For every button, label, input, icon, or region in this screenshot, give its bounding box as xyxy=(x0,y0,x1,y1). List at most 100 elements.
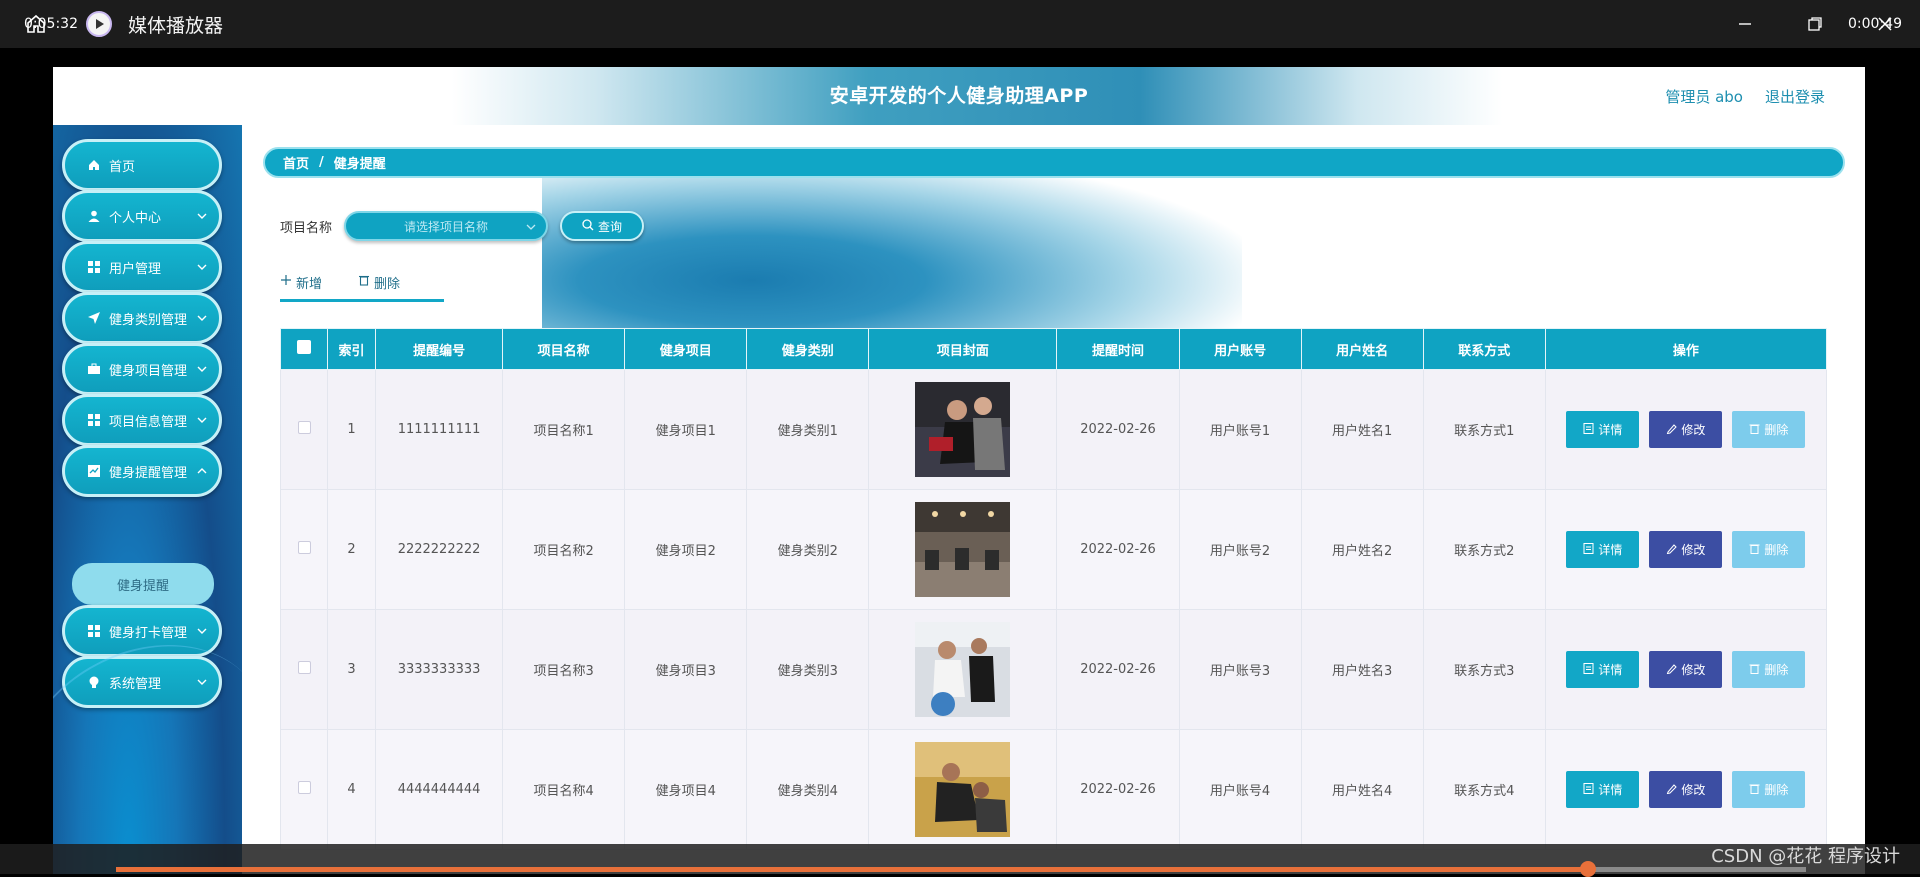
cell-time: 2022-02-26 xyxy=(1056,369,1180,490)
sidebar-item-label: 项目信息管理 xyxy=(109,414,188,430)
detail-label: 详情 xyxy=(1598,543,1623,557)
sidebar-item-home[interactable]: 首页 xyxy=(62,139,222,191)
cell-category: 健身类别1 xyxy=(746,369,870,490)
delete-button[interactable]: 删除 xyxy=(1732,531,1806,568)
document-icon xyxy=(87,464,101,478)
column-header: 提醒时间 xyxy=(1056,328,1180,370)
cell-code: 3333333333 xyxy=(375,609,504,730)
cell-user-name: 用户姓名3 xyxy=(1300,609,1424,730)
sidebar: 首页 个人中心 用户管理 健身类别管理 健身项目管理 项目信息管理 健身提醒管理… xyxy=(53,125,242,874)
column-header: 项目封面 xyxy=(868,328,1058,370)
detail-button[interactable]: 详情 xyxy=(1566,531,1640,568)
plus-icon xyxy=(280,274,292,290)
edit-button[interactable]: 修改 xyxy=(1649,771,1723,808)
cell-code: 4444444444 xyxy=(375,729,504,850)
row-checkbox[interactable] xyxy=(279,729,329,850)
row-checkbox[interactable] xyxy=(279,489,329,610)
sidebar-item-personal-center[interactable]: 个人中心 xyxy=(62,190,222,242)
cell-index: 3 xyxy=(327,609,377,730)
breadcrumb-current: 健身提醒 xyxy=(333,157,386,172)
edit-button[interactable]: 修改 xyxy=(1649,531,1723,568)
row-checkbox[interactable] xyxy=(279,609,329,730)
delete-button[interactable]: 删除 xyxy=(1732,771,1806,808)
sidebar-item-checkin-management[interactable]: 健身打卡管理 xyxy=(62,605,222,657)
select-placeholder: 请选择项目名称 xyxy=(404,219,489,234)
sidebar-item-reminder-management[interactable]: 健身提醒管理 xyxy=(62,445,222,497)
chevron-down-icon xyxy=(197,363,207,378)
sidebar-item-project-management[interactable]: 健身项目管理 xyxy=(62,343,222,395)
add-button-label: 新增 xyxy=(296,276,323,292)
cell-contact: 联系方式4 xyxy=(1422,729,1546,850)
elapsed-time: 0:05:32 xyxy=(24,16,78,32)
breadcrumb-separator: / xyxy=(319,155,324,170)
column-header: 健身类别 xyxy=(746,328,870,370)
sidebar-item-category-management[interactable]: 健身类别管理 xyxy=(62,292,222,344)
sidebar-item-user-management[interactable]: 用户管理 xyxy=(62,241,222,293)
chevron-down-icon xyxy=(197,312,207,327)
seek-bar-progress xyxy=(116,867,1588,872)
column-header: 项目名称 xyxy=(502,328,626,370)
minimize-icon[interactable] xyxy=(1710,0,1780,48)
delete-label: 删除 xyxy=(1764,423,1789,437)
grid-icon xyxy=(87,260,101,274)
restore-icon[interactable] xyxy=(1780,0,1850,48)
chevron-down-icon xyxy=(197,625,207,640)
project-name-select[interactable]: 请选择项目名称 xyxy=(344,211,549,241)
batch-delete-button[interactable]: 删除 xyxy=(358,273,400,292)
edit-button[interactable]: 修改 xyxy=(1649,651,1723,688)
detail-button[interactable]: 详情 xyxy=(1566,771,1640,808)
detail-label: 详情 xyxy=(1598,663,1623,677)
chevron-down-icon xyxy=(197,210,207,225)
search-button[interactable]: 查询 xyxy=(560,211,645,241)
edit-button[interactable]: 修改 xyxy=(1649,411,1723,448)
submenu-item-fitness-reminder[interactable]: 健身提醒 xyxy=(72,563,214,605)
table-row: 1 1111111111 项目名称1 健身项目1 健身类别1 2022-02-2… xyxy=(279,369,1828,490)
cell-fitness-item: 健身项目4 xyxy=(624,729,748,850)
column-header: 用户姓名 xyxy=(1300,328,1424,370)
grid-icon xyxy=(87,624,101,638)
detail-button[interactable]: 详情 xyxy=(1566,651,1640,688)
select-all-checkbox[interactable] xyxy=(279,328,329,370)
cell-user-name: 用户姓名4 xyxy=(1300,729,1424,850)
delete-button[interactable]: 删除 xyxy=(1732,651,1806,688)
sidebar-item-label: 健身项目管理 xyxy=(109,363,188,379)
cell-project-name: 项目名称3 xyxy=(502,609,626,730)
row-checkbox[interactable] xyxy=(279,369,329,490)
cell-project-name: 项目名称2 xyxy=(502,489,626,610)
delete-button[interactable]: 删除 xyxy=(1732,411,1806,448)
main-content: 首页 / 健身提醒 项目名称 请选择项目名称 查询 新增 删除 索引 提醒编号 … xyxy=(242,125,1865,874)
logout-link[interactable]: 退出登录 xyxy=(1765,86,1825,107)
sidebar-item-label: 个人中心 xyxy=(109,210,162,226)
column-header: 操作 xyxy=(1544,328,1828,370)
document-icon xyxy=(1583,782,1594,797)
pencil-icon xyxy=(1666,543,1678,557)
cell-index: 4 xyxy=(327,729,377,850)
document-icon xyxy=(1583,662,1594,677)
delete-label: 删除 xyxy=(1764,663,1789,677)
sidebar-item-label: 用户管理 xyxy=(109,261,162,277)
add-button[interactable]: 新增 xyxy=(280,273,322,292)
trash-icon xyxy=(358,274,370,290)
sidebar-item-system-management[interactable]: 系统管理 xyxy=(62,656,222,708)
cell-index: 1 xyxy=(327,369,377,490)
pencil-icon xyxy=(1666,423,1678,437)
trash-icon xyxy=(1749,783,1760,797)
breadcrumb-home[interactable]: 首页 xyxy=(283,153,309,172)
sidebar-item-label: 系统管理 xyxy=(109,676,162,692)
cell-cover xyxy=(868,729,1058,850)
delete-label: 删除 xyxy=(1764,783,1789,797)
edit-label: 修改 xyxy=(1681,423,1706,437)
breadcrumb: 首页 / 健身提醒 xyxy=(263,147,1845,178)
window-title: 媒体播放器 xyxy=(128,14,224,37)
seek-bar-thumb[interactable] xyxy=(1580,861,1596,877)
cover-image xyxy=(915,742,1011,837)
search-label: 项目名称 xyxy=(280,220,333,236)
detail-button[interactable]: 详情 xyxy=(1566,411,1640,448)
trash-icon xyxy=(1749,543,1760,557)
admin-user-label[interactable]: 管理员 abo xyxy=(1665,86,1743,107)
sidebar-item-project-info[interactable]: 项目信息管理 xyxy=(62,394,222,446)
cell-fitness-item: 健身项目1 xyxy=(624,369,748,490)
sidebar-item-label: 健身提醒管理 xyxy=(109,465,188,481)
app-title: 安卓开发的个人健身助理APP xyxy=(829,85,1089,107)
delete-button-label: 删除 xyxy=(374,276,401,292)
